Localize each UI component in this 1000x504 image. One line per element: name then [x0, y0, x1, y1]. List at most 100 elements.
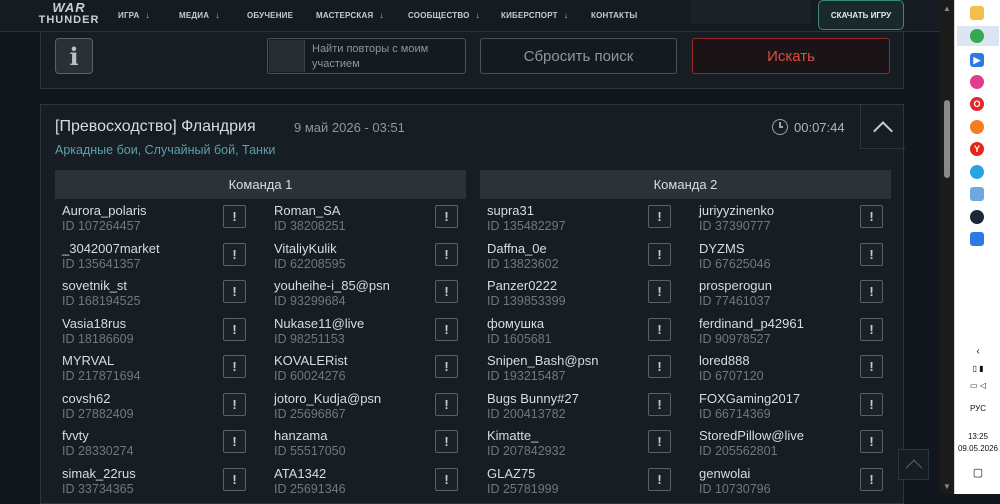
- report-exclamation-icon[interactable]: !: [860, 242, 883, 266]
- report-exclamation-icon[interactable]: !: [860, 467, 883, 491]
- player-entry[interactable]: fvvty ID 28330274!: [62, 428, 252, 465]
- player-name[interactable]: covsh62: [62, 391, 110, 406]
- nav-item-1[interactable]: МЕДИА ↓: [179, 0, 220, 30]
- war-thunder-logo[interactable]: WAR THUNDER: [38, 1, 100, 31]
- play-icon[interactable]: ▶: [970, 53, 984, 67]
- network-volume-icon[interactable]: ▭ ◁: [955, 381, 1000, 390]
- clock-date[interactable]: 09.05.2026: [955, 444, 1000, 453]
- report-exclamation-icon[interactable]: !: [648, 467, 671, 491]
- player-name[interactable]: Roman_SA: [274, 203, 340, 218]
- nav-item-4[interactable]: СООБЩЕСТВО ↓: [408, 0, 480, 30]
- player-name[interactable]: ATA1342: [274, 466, 326, 481]
- player-name[interactable]: Panzer0222: [487, 278, 557, 293]
- player-name[interactable]: fvvty: [62, 428, 89, 443]
- player-entry[interactable]: MYRVAL ID 217871694!: [62, 353, 252, 390]
- player-name[interactable]: Kimatte_: [487, 428, 538, 443]
- search-button[interactable]: Искать: [692, 38, 890, 74]
- report-exclamation-icon[interactable]: !: [648, 355, 671, 378]
- report-exclamation-icon[interactable]: !: [648, 242, 671, 266]
- player-entry[interactable]: StoredPillow@live ID 205562801!: [699, 428, 889, 465]
- report-exclamation-icon[interactable]: !: [223, 317, 246, 341]
- notes-icon[interactable]: [970, 187, 984, 201]
- telegram-icon[interactable]: [970, 165, 984, 179]
- nav-item-3[interactable]: МАСТЕРСКАЯ ↓: [316, 0, 384, 30]
- player-name[interactable]: Nukase11@live: [274, 316, 364, 331]
- player-name[interactable]: фомушка: [487, 316, 544, 331]
- player-name[interactable]: KOVALERist: [274, 353, 347, 368]
- report-exclamation-icon[interactable]: !: [860, 430, 883, 453]
- chevron-left-icon[interactable]: ‹: [955, 346, 1000, 357]
- colorful-app-icon[interactable]: [970, 75, 984, 89]
- nav-item-6[interactable]: КОНТАКТЫ: [591, 0, 637, 30]
- player-name[interactable]: juriyyzinenko: [699, 203, 774, 218]
- my-replays-checkbox[interactable]: Найти повторы с моим участием: [267, 38, 466, 74]
- report-exclamation-icon[interactable]: !: [860, 317, 883, 341]
- report-exclamation-icon[interactable]: !: [435, 205, 458, 228]
- report-exclamation-icon[interactable]: !: [223, 205, 246, 228]
- player-name[interactable]: Vasia18rus: [62, 316, 126, 331]
- player-name[interactable]: youheihe-i_85@psn: [274, 278, 390, 293]
- report-exclamation-icon[interactable]: !: [860, 355, 883, 378]
- report-exclamation-icon[interactable]: !: [648, 317, 671, 341]
- scroll-to-top-button[interactable]: [898, 449, 929, 480]
- info-icon[interactable]: i: [55, 38, 93, 74]
- player-name[interactable]: genwolai: [699, 466, 750, 481]
- steam-icon[interactable]: [970, 210, 984, 224]
- report-exclamation-icon[interactable]: !: [223, 355, 246, 378]
- player-name[interactable]: DYZMS: [699, 241, 745, 256]
- report-exclamation-icon[interactable]: !: [860, 392, 883, 416]
- player-entry[interactable]: Daffna_0e ID 13823602!: [487, 241, 677, 278]
- collapse-button[interactable]: [860, 105, 905, 149]
- report-exclamation-icon[interactable]: !: [648, 205, 671, 228]
- player-entry[interactable]: ferdinand_p42961 ID 90978527!: [699, 316, 889, 353]
- player-entry[interactable]: jotoro_Kudja@psn ID 25696867!: [274, 391, 464, 428]
- report-exclamation-icon[interactable]: !: [223, 392, 246, 416]
- player-entry[interactable]: Kimatte_ ID 207842932!: [487, 428, 677, 465]
- player-entry[interactable]: lored888 ID 6707120!: [699, 353, 889, 390]
- player-entry[interactable]: prosperogun ID 77461037!: [699, 278, 889, 315]
- report-exclamation-icon[interactable]: !: [223, 242, 246, 266]
- player-name[interactable]: Aurora_polaris: [62, 203, 147, 218]
- player-entry[interactable]: hanzama ID 55517050!: [274, 428, 464, 465]
- player-entry[interactable]: covsh62 ID 27882409!: [62, 391, 252, 428]
- player-name[interactable]: GLAZ75: [487, 466, 535, 481]
- player-name[interactable]: sovetnik_st: [62, 278, 127, 293]
- player-name[interactable]: StoredPillow@live: [699, 428, 804, 443]
- player-entry[interactable]: KOVALERist ID 60024276!: [274, 353, 464, 390]
- language-indicator[interactable]: РУС: [955, 404, 1000, 413]
- scrollbar-thumb[interactable]: [944, 100, 950, 178]
- player-name[interactable]: hanzama: [274, 428, 327, 443]
- opera-icon[interactable]: O: [970, 97, 984, 111]
- report-exclamation-icon[interactable]: !: [435, 392, 458, 416]
- reset-search-button[interactable]: Сбросить поиск: [480, 38, 677, 74]
- download-game-button[interactable]: СКАЧАТЬ ИГРУ: [818, 0, 904, 30]
- report-exclamation-icon[interactable]: !: [435, 430, 458, 453]
- report-exclamation-icon[interactable]: !: [223, 280, 246, 303]
- player-name[interactable]: ferdinand_p42961: [699, 316, 804, 331]
- scroll-up-arrow-icon[interactable]: ▲: [943, 4, 951, 13]
- player-entry[interactable]: Roman_SA ID 38208251!: [274, 203, 464, 240]
- report-exclamation-icon[interactable]: !: [223, 430, 246, 453]
- notification-icon[interactable]: ▢: [955, 466, 1000, 479]
- report-exclamation-icon[interactable]: !: [435, 280, 458, 303]
- page-scrollbar[interactable]: ▲ ▼: [940, 0, 954, 494]
- player-name[interactable]: FOXGaming2017: [699, 391, 800, 406]
- report-exclamation-icon[interactable]: !: [435, 467, 458, 491]
- clock-time[interactable]: 13:25: [955, 432, 1000, 441]
- player-name[interactable]: prosperogun: [699, 278, 772, 293]
- player-entry[interactable]: VitaliyKulik ID 62208595!: [274, 241, 464, 278]
- player-name[interactable]: supra31: [487, 203, 534, 218]
- player-entry[interactable]: фомушка ID 1605681!: [487, 316, 677, 353]
- player-name[interactable]: VitaliyKulik: [274, 241, 337, 256]
- player-entry[interactable]: DYZMS ID 67625046!: [699, 241, 889, 278]
- report-exclamation-icon[interactable]: !: [860, 205, 883, 228]
- player-entry[interactable]: Panzer0222 ID 139853399!: [487, 278, 677, 315]
- report-exclamation-icon[interactable]: !: [435, 355, 458, 378]
- player-entry[interactable]: supra31 ID 135482297!: [487, 203, 677, 240]
- nav-item-2[interactable]: ОБУЧЕНИЕ: [247, 0, 293, 30]
- nav-item-5[interactable]: КИБЕРСПОРТ ↓: [501, 0, 568, 30]
- mic-icon[interactable]: ▯ ▮: [955, 364, 1000, 373]
- report-exclamation-icon[interactable]: !: [648, 392, 671, 416]
- player-name[interactable]: lored888: [699, 353, 750, 368]
- player-name[interactable]: Snipen_Bash@psn: [487, 353, 599, 368]
